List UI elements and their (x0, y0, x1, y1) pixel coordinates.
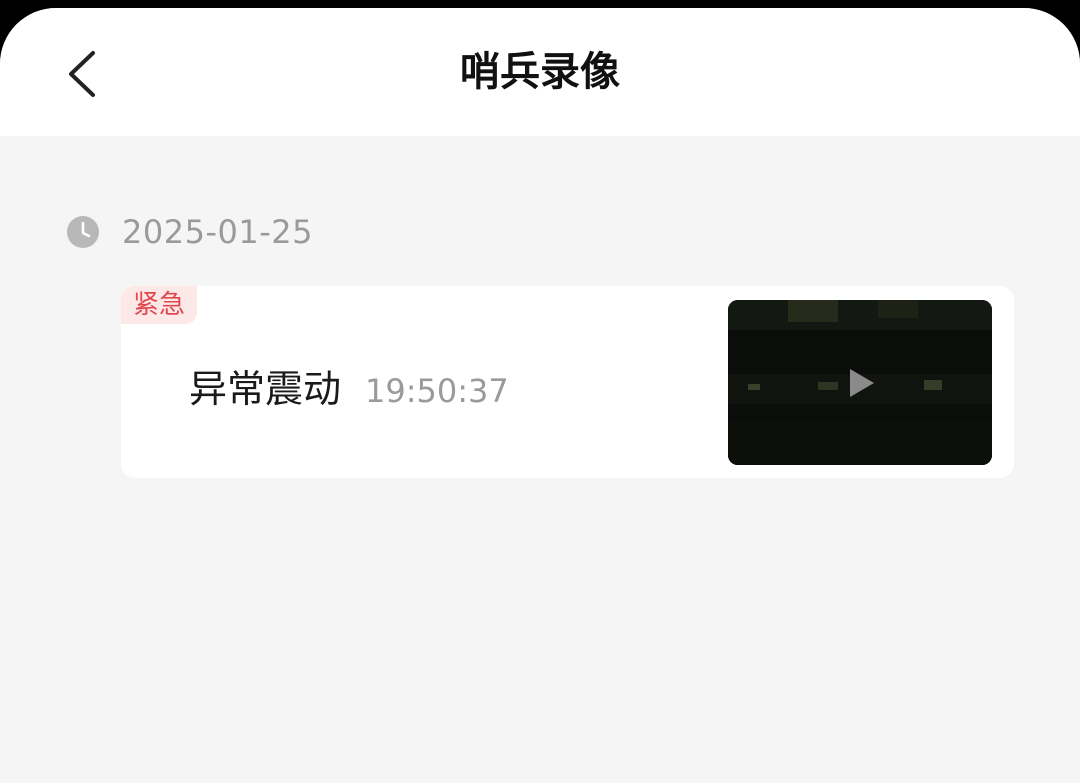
date-header: 2025-01-25 (66, 208, 313, 256)
play-icon (850, 369, 874, 397)
header-bar: 哨兵录像 (0, 8, 1080, 136)
event-card[interactable]: 紧急 异常震动 19:50:37 (121, 286, 1014, 478)
date-label: 2025-01-25 (122, 213, 313, 251)
clock-icon (67, 216, 99, 248)
page-title: 哨兵录像 (460, 49, 620, 95)
app-screen: 哨兵录像 2025-01-25 紧急 异常震动 19:50:37 (0, 8, 1080, 783)
event-name: 异常震动 (189, 367, 342, 411)
event-info: 异常震动 19:50:37 (189, 358, 509, 413)
urgent-badge: 紧急 (121, 286, 198, 324)
video-thumbnail[interactable] (728, 300, 992, 465)
event-time: 19:50:37 (365, 372, 509, 410)
